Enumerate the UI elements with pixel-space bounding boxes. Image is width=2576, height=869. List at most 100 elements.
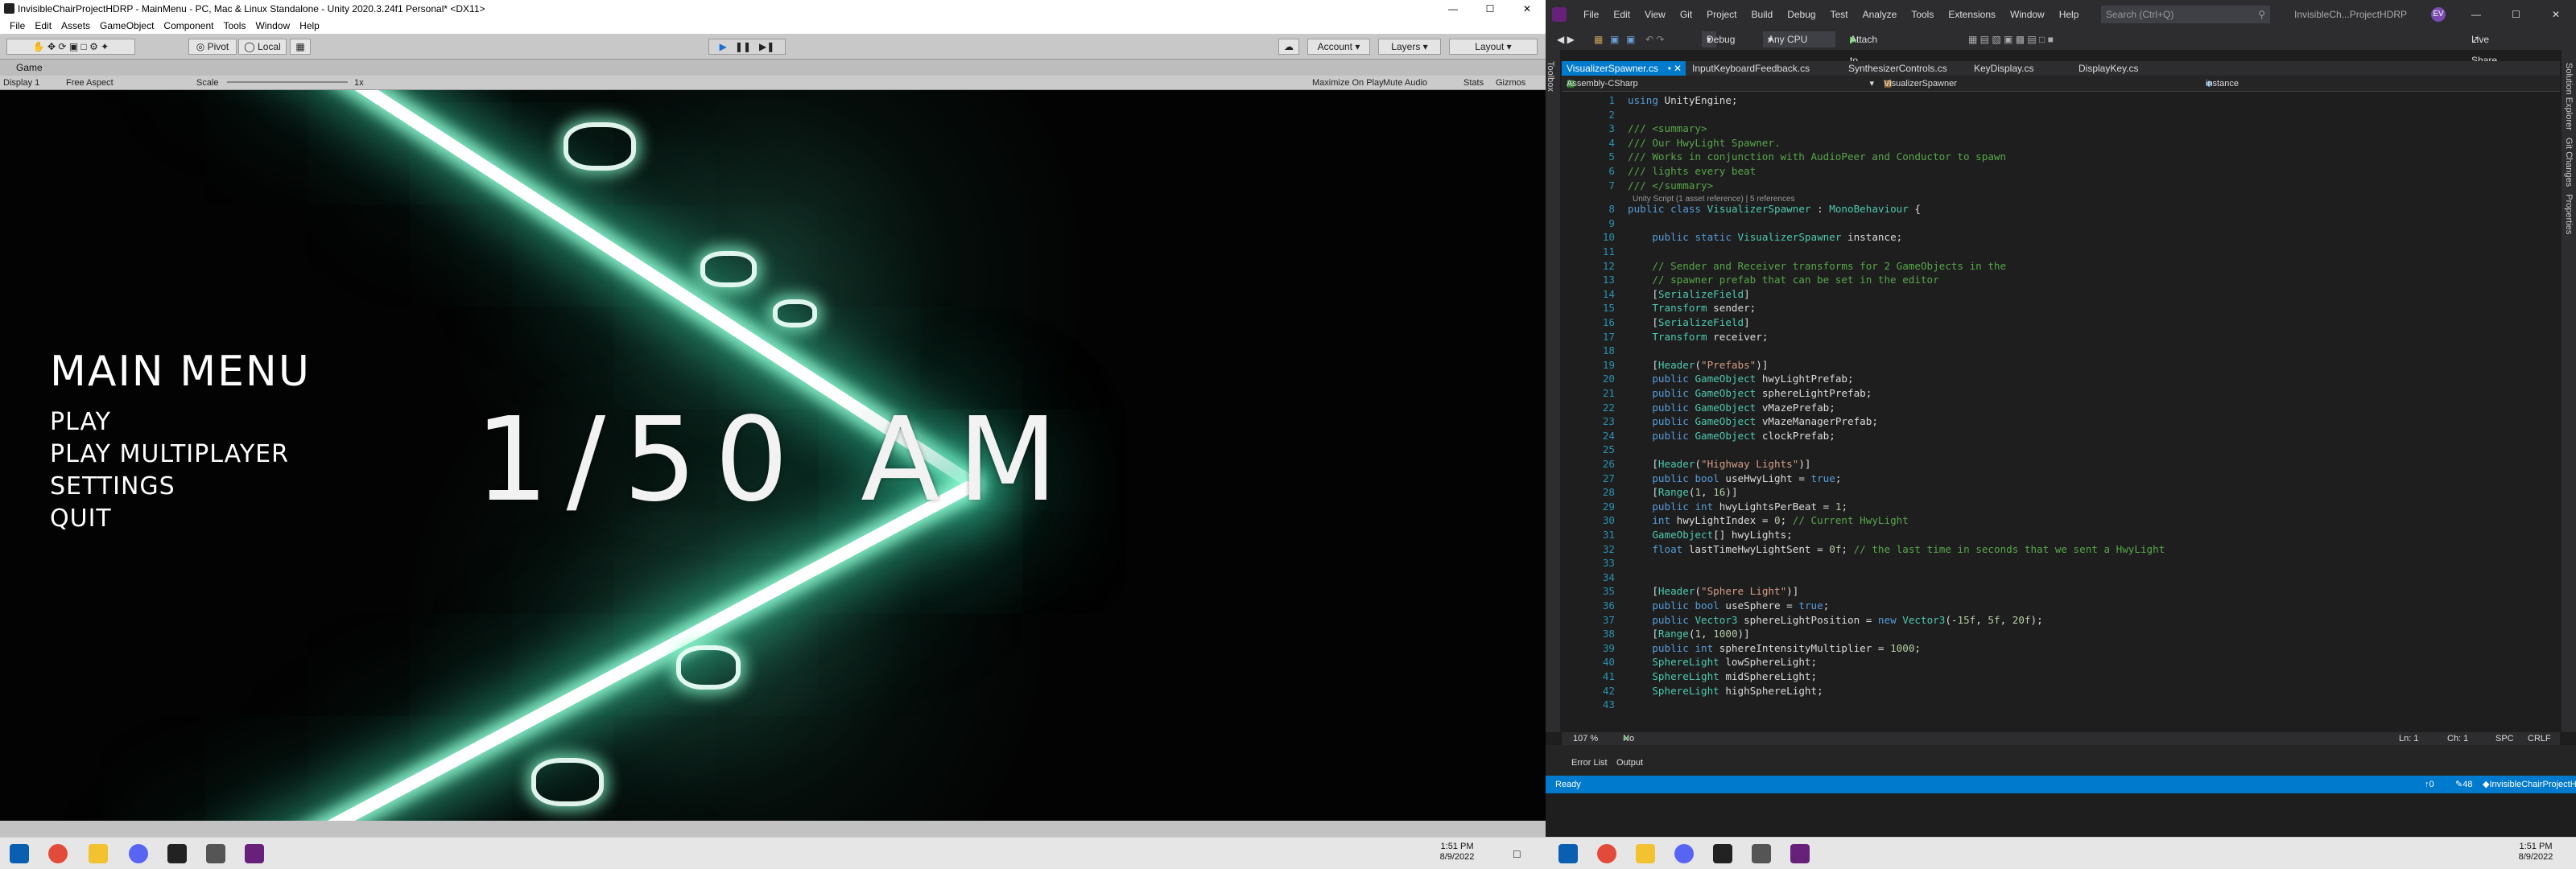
visual-studio-icon[interactable] [245, 844, 264, 863]
vs-menu-file[interactable]: File [1576, 0, 1606, 29]
code-line[interactable]: 35 [Header("Sphere Light")] [1562, 584, 2560, 599]
menu-component[interactable]: Component [159, 18, 218, 34]
taskbar-clock[interactable]: 1:51 PM 8/9/2022 [1433, 842, 1481, 863]
stats-toggle[interactable]: Stats [1463, 76, 1484, 90]
code-line[interactable]: 14 [SerializeField] [1562, 287, 2560, 302]
push-count[interactable]: ↑ 0 [2425, 776, 2434, 793]
configuration-dropdown[interactable]: Debug ▾ [1702, 31, 1735, 47]
code-line[interactable]: 40 SphereLight lowSphereLight; [1562, 655, 2560, 669]
code-line[interactable]: 37 public Vector3 sphereLightPosition = … [1562, 613, 2560, 628]
discord-icon[interactable] [129, 844, 148, 863]
unity-icon[interactable] [167, 844, 187, 863]
minimize-icon[interactable]: — [2471, 0, 2481, 29]
code-line[interactable]: 33 [1562, 556, 2560, 570]
unity-icon[interactable] [1713, 844, 1732, 863]
step-icon[interactable]: ▶❚ [759, 41, 774, 52]
menu-help[interactable]: Help [295, 18, 324, 34]
save-all-icon[interactable]: ▣ [1626, 29, 1635, 50]
code-line[interactable]: 5 /// Works in conjunction with AudioPeer… [1562, 150, 2560, 164]
local-toggle[interactable]: ◯ Local [238, 39, 287, 55]
game-viewport[interactable]: 1/50 AM MAIN MENU PLAY PLAY MULTIPLAYER … [0, 90, 1546, 821]
code-line[interactable]: 16 [SerializeField] [1562, 315, 2560, 330]
chrome-icon[interactable] [48, 844, 68, 863]
output-tab[interactable]: Output [1616, 758, 1643, 768]
tab-displaykey[interactable]: DisplayKey.cs [2074, 61, 2170, 76]
vs-menu-help[interactable]: Help [2052, 0, 2087, 29]
changes-count[interactable]: ✎ 48 [2455, 776, 2472, 793]
code-line[interactable]: 28 [Range(1, 16)] [1562, 485, 2560, 500]
vs-menu-project[interactable]: Project [1699, 0, 1744, 29]
code-line[interactable]: 2 [1562, 108, 2560, 122]
grid-snap-button[interactable]: ▦ [290, 39, 311, 55]
file-explorer-icon[interactable] [89, 844, 108, 863]
code-line[interactable]: 36 public bool useSphere = true; [1562, 599, 2560, 613]
windows-icon[interactable] [10, 844, 29, 863]
code-line[interactable]: 3 /// <summary> [1562, 121, 2560, 136]
chrome-icon[interactable] [1597, 844, 1616, 863]
code-line[interactable]: 34 [1562, 570, 2560, 585]
notification-icon[interactable]: □ [1513, 847, 1520, 860]
code-line[interactable]: 20 public GameObject hwyLightPrefab; [1562, 372, 2560, 386]
menu-tools[interactable]: Tools [218, 18, 250, 34]
code-line[interactable]: 29 public int hwyLightsPerBeat = 1; [1562, 500, 2560, 514]
tab-visualizerspawner[interactable]: VisualizerSpawner.cs • ✕ [1562, 61, 1686, 76]
open-file-icon[interactable]: ▦ [1594, 29, 1603, 50]
back-forward-icons[interactable]: ◀ ▶ [1557, 29, 1575, 50]
maximize-on-play-toggle[interactable]: Maximize On Play [1312, 76, 1384, 90]
vs-menu-analyze[interactable]: Analyze [1856, 0, 1905, 29]
code-line[interactable]: 17 Transform receiver; [1562, 330, 2560, 344]
code-line[interactable]: 6 /// lights every beat [1562, 164, 2560, 179]
taskbar-clock[interactable]: 1:51 PM 8/9/2022 [2512, 842, 2560, 863]
code-line[interactable]: 27 public bool useHwyLight = true; [1562, 472, 2560, 486]
windows-icon[interactable] [1558, 844, 1578, 863]
menu-quit-button[interactable]: QUIT [50, 505, 112, 533]
tab-keydisplay[interactable]: KeyDisplay.cs [1969, 61, 2066, 76]
attach-to-unity-button[interactable]: ▶ Attach to Unity ▾ [1850, 29, 1877, 87]
code-line[interactable]: 24 public GameObject clockPrefab; [1562, 429, 2560, 443]
vs-menu-tools[interactable]: Tools [1904, 0, 1941, 29]
code-line[interactable]: 39 public int sphereIntensityMultiplier … [1562, 641, 2560, 656]
codelens[interactable]: Unity Script (1 asset reference) | 5 ref… [1562, 192, 2560, 204]
vs-menu-debug[interactable]: Debug [1780, 0, 1823, 29]
properties-tab[interactable]: Properties [2564, 194, 2574, 234]
code-line[interactable]: 11 [1562, 245, 2560, 259]
code-line[interactable]: 1 using UnityEngine; [1562, 93, 2560, 108]
maximize-icon[interactable]: ☐ [1472, 0, 1509, 18]
code-editor[interactable]: 1 using UnityEngine; 2 3 /// <summary> 4 /// O… [1562, 92, 2560, 732]
scale-slider[interactable] [227, 81, 348, 83]
code-line[interactable]: 8 public class VisualizerSpawner : MonoBe… [1562, 202, 2560, 216]
repo-selector[interactable]: ◆ InvisibleChairProjectHDRP [2483, 776, 2576, 793]
vs-menu-window[interactable]: Window [2003, 0, 2052, 29]
avatar[interactable]: EV [2431, 7, 2446, 22]
menu-edit[interactable]: Edit [30, 18, 56, 34]
zoom-level[interactable]: 107 % [1573, 732, 1598, 745]
tab-game[interactable]: Game [0, 60, 1546, 76]
unity-hub-icon[interactable] [1752, 844, 1771, 863]
layers-dropdown[interactable]: Layers ▾ [1378, 39, 1441, 55]
vs-menu-build[interactable]: Build [1744, 0, 1781, 29]
menu-play-multiplayer-button[interactable]: PLAY MULTIPLAYER [50, 440, 289, 468]
pivot-toggle[interactable]: ◎ Pivot [188, 39, 237, 55]
pin-icon[interactable]: • [1668, 61, 1671, 76]
code-line[interactable]: 41 SphereLight midSphereLight; [1562, 669, 2560, 684]
code-line[interactable]: 9 [1562, 216, 2560, 231]
error-list-tab[interactable]: Error List [1571, 758, 1608, 768]
save-icon[interactable]: ▣ [1610, 29, 1619, 50]
tab-inputkeyboardfeedback[interactable]: InputKeyboardFeedback.cs [1687, 61, 1840, 76]
code-line[interactable]: 42 SphereLight highSphereLight; [1562, 684, 2560, 698]
menu-gameobject[interactable]: GameObject [95, 18, 159, 34]
git-changes-tab[interactable]: Git Changes [2564, 138, 2574, 187]
vs-search-box[interactable]: Search (Ctrl+Q) ⚲ [2101, 6, 2270, 23]
vs-menu-edit[interactable]: Edit [1606, 0, 1637, 29]
display-dropdown[interactable]: Display 1 [3, 76, 39, 90]
solution-explorer-tab[interactable]: Solution Explorer [2564, 63, 2574, 130]
code-line[interactable]: 30 int hwyLightIndex = 0; // Current Hwy… [1562, 513, 2560, 528]
pause-icon[interactable]: ❚❚ [735, 41, 751, 52]
vs-menu-extensions[interactable]: Extensions [1941, 0, 2003, 29]
account-dropdown[interactable]: Account ▾ [1307, 39, 1370, 55]
code-line[interactable]: 43 [1562, 698, 2560, 712]
menu-file[interactable]: File [5, 18, 30, 34]
code-line[interactable]: 26 [Header("Highway Lights")] [1562, 457, 2560, 472]
vs-menu-git[interactable]: Git [1673, 0, 1699, 29]
platform-dropdown[interactable]: Any CPU ▾ [1763, 31, 1835, 47]
